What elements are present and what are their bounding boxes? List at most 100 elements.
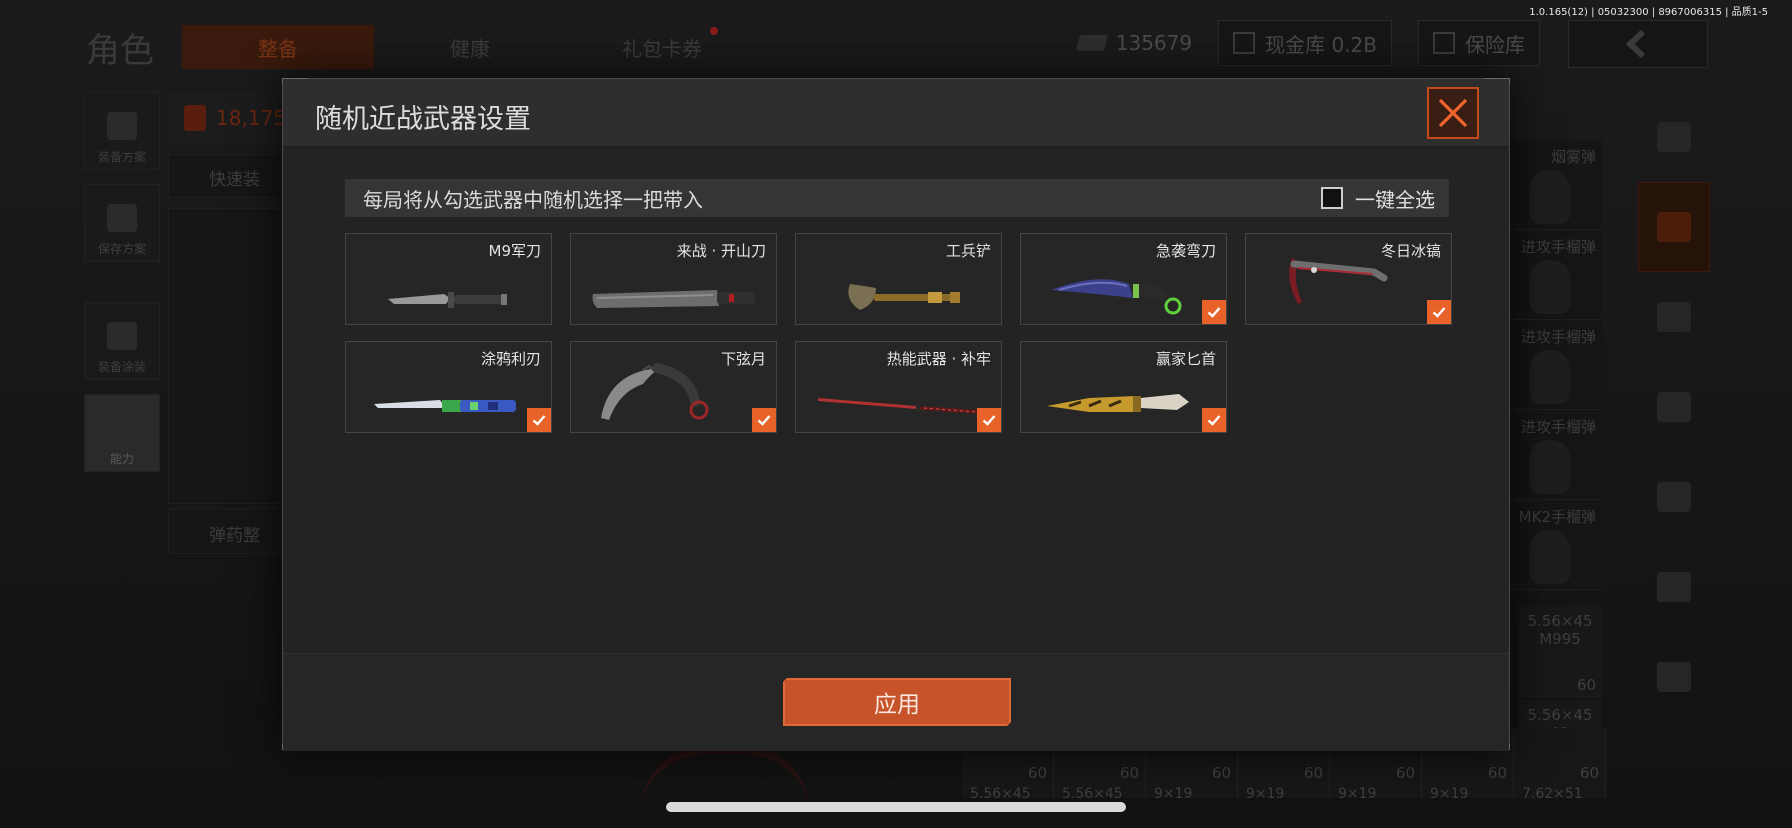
item-label: 进攻手榴弹 <box>1520 328 1596 346</box>
vault-label: 现金库 0.2B <box>1265 32 1377 57</box>
shovel-icon <box>848 284 960 310</box>
magazine-icon <box>1657 482 1691 512</box>
weapon-card[interactable]: 赢家匕首 <box>1020 341 1227 433</box>
item-label: MK2手榴弹 <box>1518 508 1596 526</box>
weapon-card[interactable]: 涂鸦利刃 <box>345 341 552 433</box>
notification-dot <box>710 27 718 35</box>
bullet-icon <box>1657 572 1691 602</box>
apply-button[interactable]: 应用 <box>783 678 1011 726</box>
vest-icon <box>107 112 137 140</box>
category-rifle[interactable] <box>1638 362 1710 452</box>
weapon-card[interactable]: 热能武器 · 补牢 <box>795 341 1002 433</box>
weapon-card[interactable]: 冬日冰镐 <box>1245 233 1452 325</box>
karambit-icon <box>601 363 709 420</box>
inventory-item[interactable]: 进攻手榴弹 <box>1502 320 1602 410</box>
ammo-count: 60 <box>1576 676 1596 694</box>
quick-equip-button[interactable]: 快速装 <box>168 154 298 198</box>
item-label: 烟雾弹 <box>1550 148 1596 166</box>
helmet-icon <box>107 322 137 350</box>
top-tab-bar: 角色 整备 健康 礼包卡券 <box>86 22 758 72</box>
weapon-card[interactable]: 急袭弯刀 <box>1020 233 1227 325</box>
checkbox-unchecked-icon <box>1321 187 1343 209</box>
backpack-icon <box>184 105 206 131</box>
tab-health[interactable]: 健康 <box>374 25 566 69</box>
ammo-count: 60 <box>1027 764 1047 782</box>
loadout-value: 18,175 <box>168 92 298 144</box>
info-bar: 每局将从勾选武器中随机选择一把带入 一键全选 <box>345 179 1449 217</box>
modal-header: 随机近战武器设置 <box>283 79 1509 147</box>
weapon-card[interactable]: 工兵铲 <box>795 233 1002 325</box>
rail-label: 装备方案 <box>97 150 146 164</box>
back-button[interactable] <box>1568 20 1708 68</box>
rail-loadout-plan[interactable]: 装备方案 <box>84 92 160 170</box>
category-attachment[interactable] <box>1638 632 1710 722</box>
bayonet-knife-icon <box>388 292 507 308</box>
tab-gift-coupons[interactable]: 礼包卡券 <box>566 25 758 69</box>
category-helmet[interactable] <box>1638 272 1710 362</box>
grenade-icon <box>1530 530 1570 584</box>
ammo-caliber: 9×19 <box>1338 786 1377 802</box>
modal-footer: 应用 <box>283 653 1509 751</box>
category-ammo[interactable] <box>1638 542 1710 632</box>
category-selected[interactable] <box>1638 182 1710 272</box>
ammo-caliber: 9×19 <box>1246 786 1285 802</box>
weapon-card[interactable]: 来战 · 开山刀 <box>570 233 777 325</box>
category-rail <box>1638 92 1712 722</box>
checkbox-checked-icon[interactable] <box>752 408 776 432</box>
grenade-icon <box>1530 170 1570 224</box>
home-indicator[interactable] <box>666 802 1126 812</box>
category-all[interactable] <box>1638 92 1710 182</box>
grenade-icon <box>1530 350 1570 404</box>
ammo-sort-button[interactable]: 弹药整 <box>168 508 298 554</box>
ammo-label: 5.56×45 M995 <box>1527 612 1593 648</box>
item-label: 进攻手榴弹 <box>1520 238 1596 256</box>
checkbox-checked-icon[interactable] <box>1202 300 1226 324</box>
vault-button[interactable]: 现金库 0.2B <box>1218 20 1392 66</box>
modal-body: 每局将从勾选武器中随机选择一把带入 一键全选 M9军刀 来战 · 开山刀 工兵铲… <box>283 147 1509 653</box>
checkbox-checked-icon[interactable] <box>977 408 1001 432</box>
inventory-item[interactable]: MK2手榴弹 <box>1502 500 1602 590</box>
rail-save-plan[interactable]: 保存方案 <box>84 184 160 262</box>
safe-icon <box>1433 32 1455 54</box>
ammo-count: 60 <box>1579 764 1599 782</box>
weapon-card[interactable]: 下弦月 <box>570 341 777 433</box>
scope-icon <box>1657 662 1691 692</box>
checkbox-checked-icon[interactable] <box>1202 408 1226 432</box>
download-icon <box>107 204 137 232</box>
tab-equipment[interactable]: 整备 <box>182 25 374 69</box>
inventory-item[interactable]: 烟雾弹 <box>1502 140 1602 230</box>
rail-label: 装备涂装 <box>97 360 146 374</box>
cash-amount: 135679 <box>1115 31 1193 55</box>
safe-button[interactable]: 保险库 <box>1418 20 1540 66</box>
inventory-item[interactable]: 进攻手榴弹 <box>1502 230 1602 320</box>
ammo-count: 60 <box>1487 764 1507 782</box>
inventory-column: 烟雾弹 进攻手榴弹 进攻手榴弹 进攻手榴弹 MK2手榴弹 <box>1502 140 1602 590</box>
close-button[interactable] <box>1427 87 1479 139</box>
weapon-card[interactable]: M9军刀 <box>345 233 552 325</box>
close-icon <box>1438 98 1468 128</box>
select-all-checkbox[interactable]: 一键全选 <box>1321 184 1435 213</box>
back-arrow-icon <box>1625 29 1646 59</box>
ammo-caliber: 5.56×45 <box>1062 786 1123 802</box>
helmet-icon <box>1657 302 1691 332</box>
ammo-caliber: 5.56×45 <box>970 786 1031 802</box>
category-magazine[interactable] <box>1638 452 1710 542</box>
loadout-value-text: 18,175 <box>216 106 286 130</box>
grenade-icon <box>1530 440 1570 494</box>
select-all-label: 一键全选 <box>1355 187 1435 212</box>
currency-bar: 135679 现金库 0.2B 保险库 <box>1075 20 1540 66</box>
rifle-icon <box>1657 392 1691 422</box>
rail-abilities[interactable]: 能力 <box>84 394 160 472</box>
inventory-item[interactable]: 进攻手榴弹 <box>1502 410 1602 500</box>
ammo-item[interactable]: 5.56×45 M995 60 <box>1518 606 1602 698</box>
grenade-icon <box>1530 260 1570 314</box>
ammo-caliber: 7.62×51 <box>1522 786 1583 802</box>
ammo-item[interactable]: 60 7.62×51 <box>1514 728 1606 802</box>
ammo-count: 60 <box>1211 764 1231 782</box>
curved-blade-icon <box>1051 279 1182 315</box>
checkbox-checked-icon[interactable] <box>527 408 551 432</box>
checkbox-checked-icon[interactable] <box>1427 300 1451 324</box>
ammo-caliber: 9×19 <box>1154 786 1193 802</box>
lightning-hex-icon <box>107 414 137 442</box>
rail-skins[interactable]: 装备涂装 <box>84 302 160 380</box>
